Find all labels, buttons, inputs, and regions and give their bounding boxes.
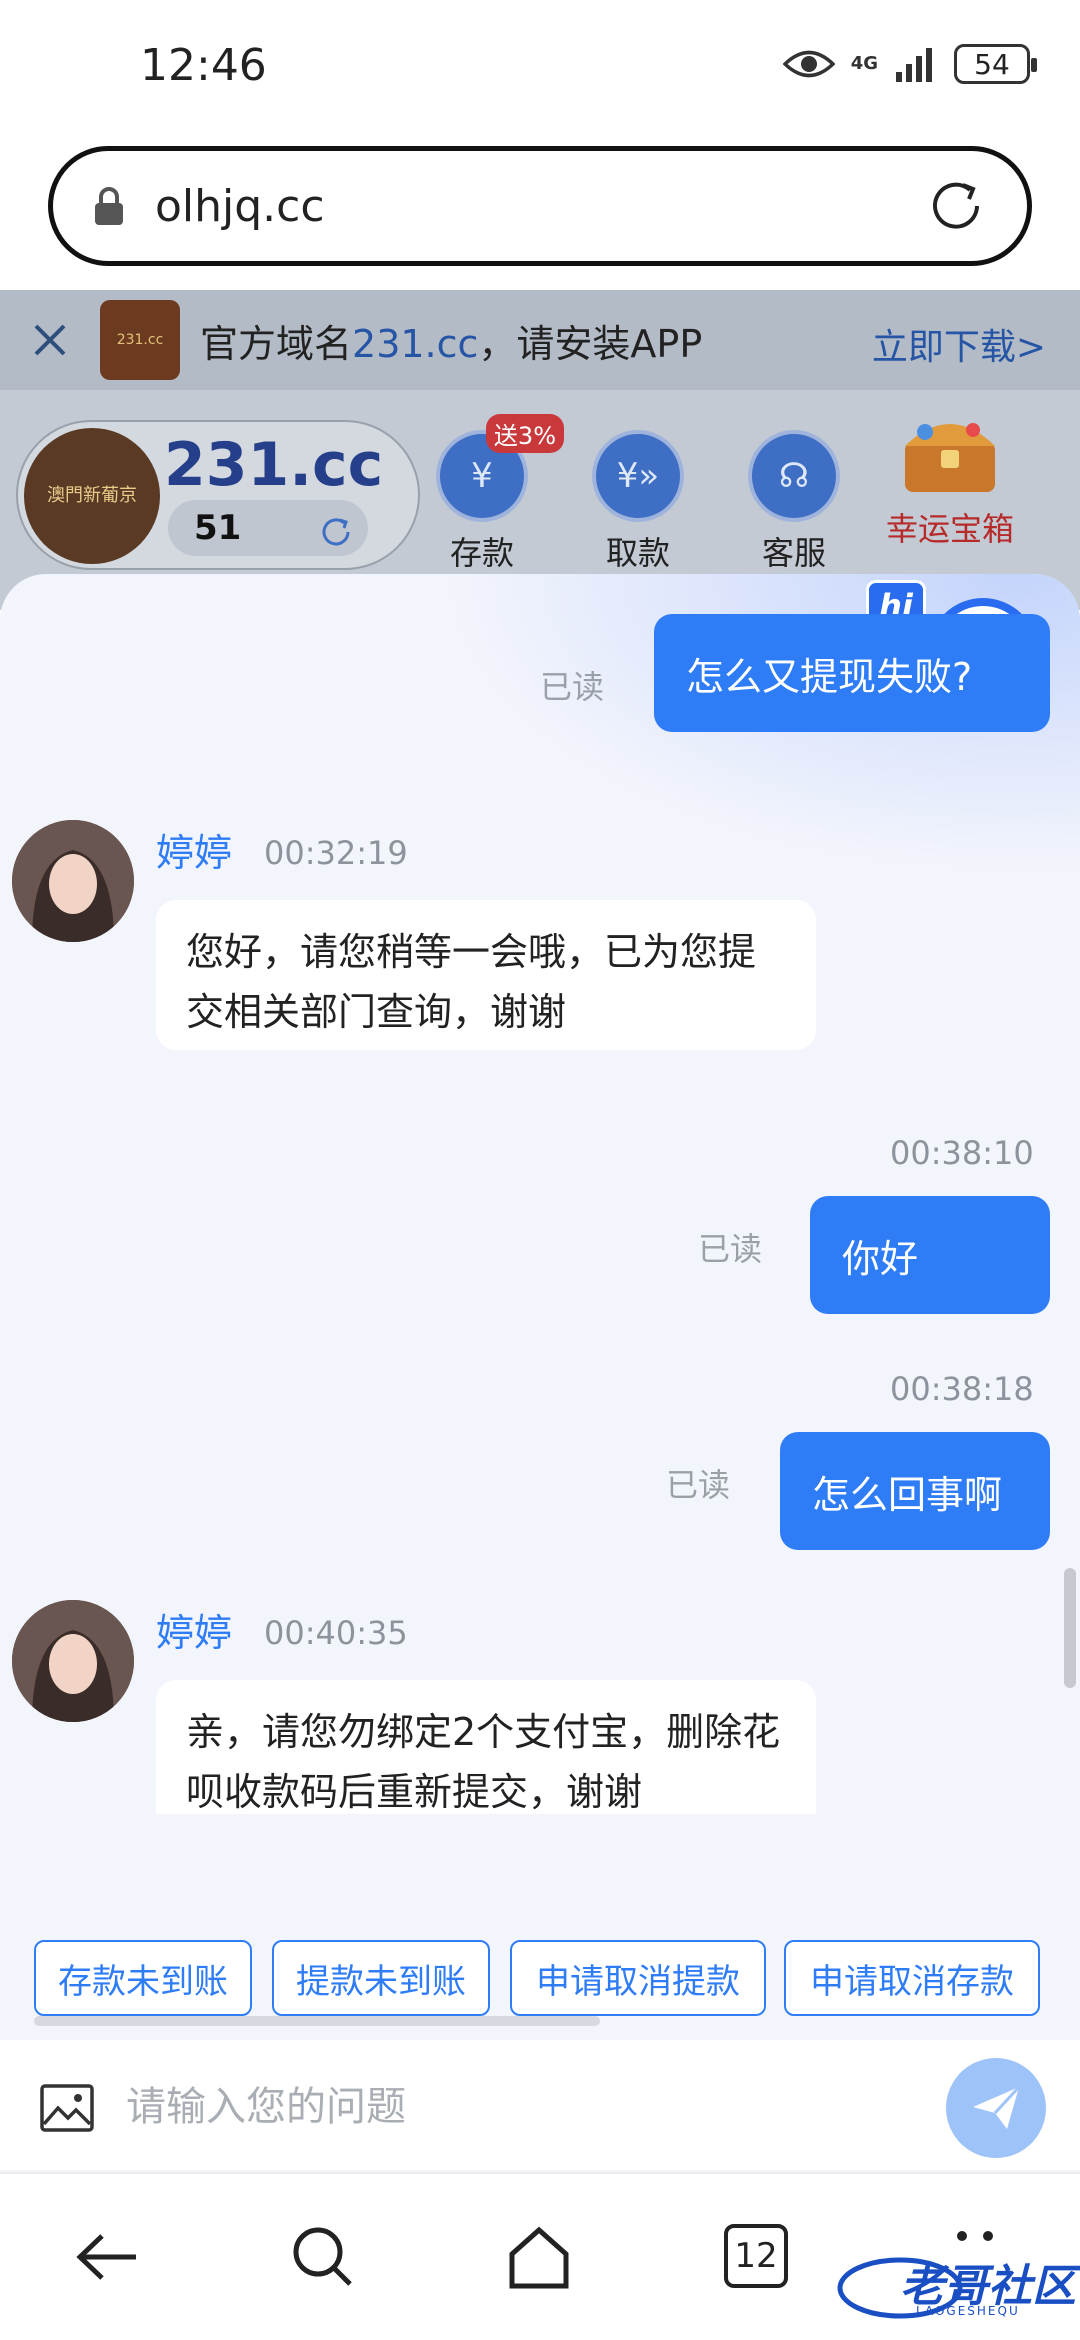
- site-domain: 231.cc: [164, 430, 384, 500]
- message-in-bubble: 您好，请您稍等一会哦，已为您提交相关部门查询，谢谢: [156, 900, 816, 1050]
- read-status: 已读: [666, 1466, 731, 1504]
- chat-scrollbar[interactable]: [1064, 1568, 1076, 1688]
- lock-icon: [95, 187, 123, 225]
- url-text[interactable]: olhjq.cc: [155, 181, 925, 232]
- network-label: 4G: [850, 53, 878, 74]
- message-time: 00:38:10: [890, 1134, 1034, 1172]
- message-out-bubble: 怎么回事啊: [780, 1432, 1050, 1550]
- site-background: 231.cc 官方域名231.cc，请安装APP 立即下载> 澳門新葡京 231…: [0, 290, 1080, 610]
- battery-indicator: 54: [954, 44, 1037, 84]
- person-avatar-icon: [12, 820, 134, 942]
- banner-logo-domain: 231.cc: [116, 332, 164, 348]
- message-time: 00:40:35: [264, 1614, 408, 1652]
- tabs-button[interactable]: 12: [724, 2224, 788, 2288]
- quick-reply-cancel-withdraw[interactable]: 申请取消提款: [510, 1940, 766, 2016]
- chat-message-input[interactable]: [126, 2070, 906, 2144]
- banner-domain: 231.cc: [352, 321, 479, 366]
- status-icons: 4G 54: [782, 44, 1037, 84]
- refresh-balance-icon[interactable]: [318, 514, 354, 550]
- banner-text-suffix: ，请安装APP: [478, 321, 703, 366]
- deposit-action[interactable]: ¥ 送3% 存款: [422, 414, 564, 574]
- withdraw-icon: ¥»: [592, 430, 684, 522]
- quick-reply-scrollbar[interactable]: [34, 2016, 600, 2026]
- banner-logo: 231.cc: [100, 300, 180, 380]
- close-icon[interactable]: [30, 320, 70, 360]
- input-bar: [0, 2040, 1080, 2170]
- read-status: 已读: [698, 1230, 763, 1268]
- download-link[interactable]: 立即下载>: [872, 318, 1046, 370]
- message-out-bubble: 你好: [810, 1196, 1050, 1314]
- search-icon[interactable]: [288, 2222, 358, 2292]
- treasure-label: 幸运宝箱: [885, 510, 1014, 548]
- message-in-bubble: 亲，请您勿绑定2个支付宝，删除花呗收款码后重新提交，谢谢: [156, 1680, 816, 1830]
- read-status: 已读: [540, 668, 605, 706]
- message-time: 00:32:19: [264, 834, 408, 872]
- service-action[interactable]: ☊ 客服: [734, 430, 854, 574]
- site-logo: 澳門新葡京: [24, 428, 160, 564]
- send-button[interactable]: [946, 2058, 1046, 2158]
- deposit-label: 存款: [449, 534, 514, 572]
- signal-icon: [896, 48, 932, 82]
- quick-reply-deposit-missing[interactable]: 存款未到账: [34, 1940, 252, 2016]
- headset-icon: ☊: [748, 430, 840, 522]
- home-icon[interactable]: [504, 2222, 574, 2292]
- chat-list-fade: [0, 1814, 1080, 1920]
- deposit-badge: 送3%: [485, 414, 564, 453]
- treasure-action[interactable]: 幸运宝箱: [880, 402, 1020, 550]
- agent-avatar[interactable]: [12, 1600, 134, 1722]
- reload-icon[interactable]: [925, 175, 987, 237]
- back-icon[interactable]: [72, 2222, 142, 2292]
- sender-name: 婷婷: [156, 1611, 233, 1655]
- site-logo-text: 澳門新葡京: [47, 485, 137, 506]
- message-time: 00:38:18: [890, 1370, 1034, 1408]
- quick-reply-bar: 存款未到账 提款未到账 申请取消提款 申请取消存款: [0, 1920, 1080, 2030]
- withdraw-action[interactable]: ¥» 取款: [578, 430, 698, 574]
- address-bar[interactable]: olhjq.cc: [48, 146, 1032, 266]
- withdraw-label: 取款: [605, 534, 670, 572]
- site-account-card: 澳門新葡京 231.cc 51: [16, 420, 420, 570]
- treasure-chest-icon: [905, 423, 995, 492]
- image-upload-icon[interactable]: [40, 2084, 94, 2132]
- send-icon: [973, 2085, 1021, 2129]
- browser-nav-bar: 12 老哥社区 LAOGESHEQU: [0, 2172, 1080, 2340]
- sender-name: 婷婷: [156, 831, 233, 875]
- message-out-bubble: 怎么又提现失败?: [654, 614, 1050, 732]
- status-bar: 12:46 4G 54: [0, 0, 1080, 140]
- agent-avatar[interactable]: [12, 820, 134, 942]
- install-banner: 231.cc 官方域名231.cc，请安装APP 立即下载>: [0, 290, 1080, 390]
- banner-text-prefix: 官方域名: [200, 321, 353, 366]
- watermark-subtext: LAOGESHEQU: [916, 2304, 1020, 2318]
- banner-text: 官方域名231.cc，请安装APP: [200, 313, 702, 368]
- service-label: 客服: [761, 534, 826, 572]
- status-time: 12:46: [140, 40, 267, 91]
- quick-reply-withdraw-missing[interactable]: 提款未到账: [272, 1940, 490, 2016]
- quick-reply-cancel-deposit[interactable]: 申请取消存款: [784, 1940, 1040, 2016]
- person-avatar-icon: [12, 1600, 134, 1722]
- eye-icon: [782, 50, 835, 78]
